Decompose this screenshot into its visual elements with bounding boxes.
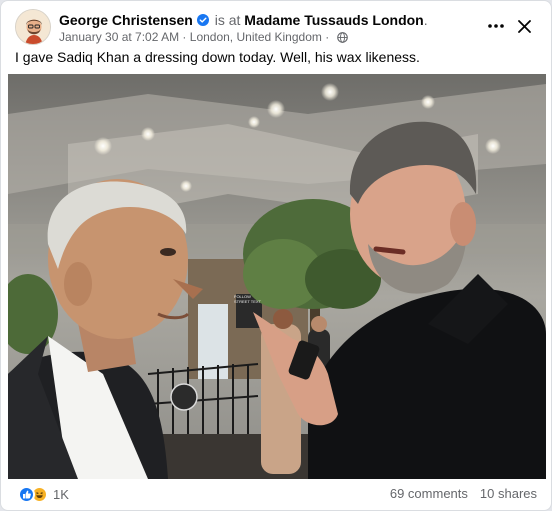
close-button[interactable] bbox=[511, 13, 537, 39]
comments-count-link[interactable]: 69 comments bbox=[390, 486, 468, 501]
like-icon bbox=[18, 485, 35, 503]
engagement-stats: 69 comments 10 shares bbox=[390, 486, 537, 501]
close-icon bbox=[517, 19, 531, 33]
verified-badge-icon bbox=[196, 12, 209, 26]
reaction-count: 1K bbox=[53, 486, 69, 502]
globe-icon[interactable] bbox=[336, 32, 348, 43]
facebook-post: George Christensen is at Madame Tussauds… bbox=[0, 0, 552, 511]
post-text: I gave Sadiq Khan a dressing down today.… bbox=[15, 49, 420, 65]
reactions-summary[interactable]: 1K bbox=[18, 485, 69, 503]
more-icon bbox=[488, 24, 504, 28]
post-photo[interactable]: FOLLOW STREET TEXT bbox=[8, 74, 546, 479]
author-name[interactable]: George Christensen bbox=[59, 12, 193, 28]
post-title-line: George Christensen is at Madame Tussauds… bbox=[59, 12, 428, 28]
sign-text: FOLLOW STREET TEXT bbox=[234, 294, 261, 304]
post-place[interactable]: London, United Kingdom bbox=[190, 30, 322, 44]
meta-separator: · bbox=[182, 30, 190, 44]
author-avatar[interactable] bbox=[15, 9, 51, 45]
shares-count-link[interactable]: 10 shares bbox=[480, 486, 537, 501]
is-at-text: is at bbox=[214, 12, 241, 28]
post-meta-line: January 30 at 7:02 AM · London, United K… bbox=[59, 30, 348, 44]
post-footer: 1K 69 comments 10 shares bbox=[15, 482, 537, 506]
meta-separator: · bbox=[325, 30, 333, 44]
post-header: George Christensen is at Madame Tussauds… bbox=[15, 9, 537, 47]
more-options-button[interactable] bbox=[483, 13, 509, 39]
location-link[interactable]: Madame Tussauds London bbox=[244, 12, 423, 28]
post-timestamp[interactable]: January 30 at 7:02 AM bbox=[59, 30, 179, 44]
